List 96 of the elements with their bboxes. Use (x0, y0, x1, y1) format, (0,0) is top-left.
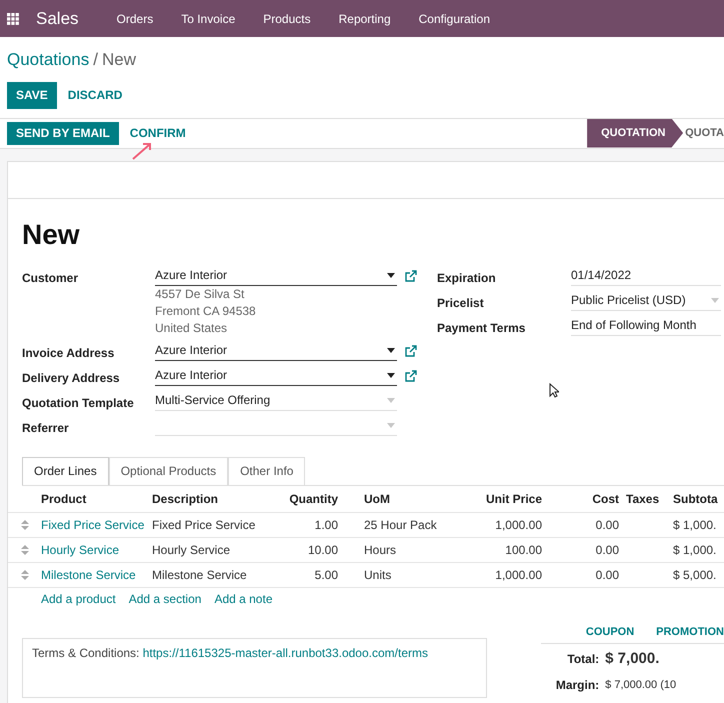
table-cell-text: Hours (363, 542, 398, 558)
link-button[interactable]: DISCARD (58, 82, 132, 108)
address-line: Fremont CA 94538 (155, 302, 257, 320)
primary-button[interactable]: SAVE (7, 82, 57, 108)
status-stage[interactable]: QUOTATION (587, 118, 684, 148)
column-header[interactable]: Cost (555, 490, 619, 508)
add-line-link[interactable]: Add a note (214, 590, 272, 608)
table-cell-text: 10.00 (306, 542, 339, 558)
drag-handle-icon[interactable] (20, 570, 28, 580)
table-cell-text: 25 Hour Pack (363, 516, 438, 534)
external-link-icon[interactable] (405, 270, 417, 282)
breadcrumb-link[interactable]: Quotations (7, 47, 90, 72)
column-header[interactable]: Unit Price (451, 490, 555, 508)
address-line: United States (155, 320, 228, 336)
breadcrumb-current: New (102, 49, 136, 71)
total-value: $ 7,000.00 (10 (605, 678, 676, 693)
record-title: New (22, 218, 81, 250)
field-label: Delivery Address (22, 370, 121, 386)
menu-item[interactable]: Configuration (418, 10, 490, 28)
column-header[interactable]: UoM (351, 490, 451, 508)
address-line: 4557 De Silva St (155, 286, 246, 302)
field-input[interactable]: 01/14/2022 (571, 266, 721, 286)
mouse-cursor-icon (549, 383, 559, 398)
table-cell-text: Fixed Price Service (152, 516, 256, 534)
field-label: Expiration (437, 270, 497, 286)
table-cell-text: 0.00 (594, 542, 619, 558)
field-input[interactable]: Azure Interior (155, 366, 397, 386)
order-line-row[interactable]: Fixed Price Service Fixed Price Service 1.00 25 Hour Pack 1,000.00 0.00 $ 1,000. (8, 512, 724, 536)
total-label: Total: (566, 650, 600, 668)
add-line-link[interactable]: Add a section (128, 590, 202, 608)
caret-icon (387, 398, 395, 402)
caret-icon (387, 348, 395, 352)
product-link[interactable]: Hourly Service (41, 540, 152, 558)
column-header[interactable]: Description (152, 490, 264, 508)
tab[interactable]: Order Lines (22, 456, 109, 484)
promo-button[interactable]: COUPON (586, 624, 634, 641)
field-input[interactable]: End of Following Month (571, 316, 721, 336)
field-label: Invoice Address (22, 344, 116, 362)
table-cell-text: 0.00 (594, 516, 619, 534)
order-line-row[interactable]: Milestone Service Milestone Service 5.00 Units 1,000.00 0.00 $ 5,000. (8, 562, 724, 586)
caret-icon (387, 272, 395, 278)
menu-item[interactable]: Orders (116, 10, 154, 28)
table-cell-text: $ 1,000. (672, 516, 718, 534)
field-input[interactable]: Azure Interior (155, 340, 397, 360)
field-input[interactable]: Multi-Service Offering (155, 390, 397, 410)
external-link-icon[interactable] (405, 344, 417, 356)
promo-button[interactable]: PROMOTION (656, 624, 724, 641)
app-grid-icon[interactable] (7, 12, 19, 24)
table-cell-text: 1.00 (314, 516, 339, 534)
product-link[interactable]: Milestone Service (41, 566, 152, 584)
table-cell-text: 100.00 (504, 542, 543, 558)
terms-text: Terms & Conditions: https://11615325-master-all.runbot33.odoo.com/terms (32, 646, 428, 660)
table-cell-text: 1,000.00 (494, 516, 543, 534)
column-header[interactable]: Product (41, 490, 152, 508)
field-label: Quotation Template (22, 394, 135, 412)
table-cell-text: 0.00 (594, 566, 619, 584)
terms-box[interactable]: Terms & Conditions: https://11615325-master-all.runbot33.odoo.com/terms (22, 638, 488, 698)
total-value: $ 7,000. (605, 648, 660, 668)
column-header[interactable]: Quantity (264, 490, 351, 508)
table-cell-text: Hourly Service (152, 542, 232, 558)
table-cell-text: Milestone Service (152, 566, 248, 584)
app-title[interactable]: Sales (36, 6, 79, 32)
field-input[interactable]: Azure Interior (155, 266, 397, 286)
order-line-row[interactable]: Hourly Service Hourly Service 10.00 Hours 100.00 0.00 $ 1,000. (8, 536, 724, 562)
total-label: Margin: (554, 677, 600, 694)
table-cell-text: $ 5,000. (672, 566, 718, 584)
table-cell-text: $ 1,000. (672, 542, 718, 558)
tab[interactable]: Other Info (228, 456, 306, 484)
field-label: Payment Terms (437, 320, 526, 336)
drag-handle-icon[interactable] (20, 520, 28, 530)
caret-icon (387, 372, 395, 378)
table-cell-text: Units (363, 566, 392, 584)
link-button[interactable]: CONFIRM (120, 122, 195, 144)
table-cell-text: 1,000.00 (494, 566, 543, 584)
drag-handle-icon[interactable] (20, 544, 28, 554)
menu-item[interactable]: To Invoice (181, 10, 236, 28)
column-header[interactable]: Subtota (669, 490, 724, 508)
breadcrumb-separator: / (93, 49, 98, 71)
terms-link[interactable]: https://11615325-master-all.runbot33.odoo.com/terms (142, 646, 428, 660)
table-cell-text: 5.00 (314, 566, 339, 584)
column-header[interactable]: Taxes (619, 490, 669, 508)
status-stage[interactable]: QUOTA (683, 118, 724, 148)
menu-item[interactable]: Reporting (338, 10, 391, 28)
product-link[interactable]: Fixed Price Service (41, 516, 152, 534)
field-label: Pricelist (437, 294, 485, 312)
caret-icon (711, 298, 719, 302)
external-link-icon[interactable] (405, 370, 417, 382)
field-label: Referrer (22, 420, 70, 436)
field-label: Customer (22, 270, 80, 286)
add-line-link[interactable]: Add a product (41, 590, 116, 608)
primary-button[interactable]: SEND BY EMAIL (7, 122, 119, 144)
pointer-arrow-icon (132, 142, 152, 160)
tab[interactable]: Optional Products (108, 456, 228, 484)
field-input[interactable]: Public Pricelist (USD) (571, 290, 721, 310)
menu-item[interactable]: Products (263, 10, 311, 28)
caret-icon (387, 422, 395, 428)
